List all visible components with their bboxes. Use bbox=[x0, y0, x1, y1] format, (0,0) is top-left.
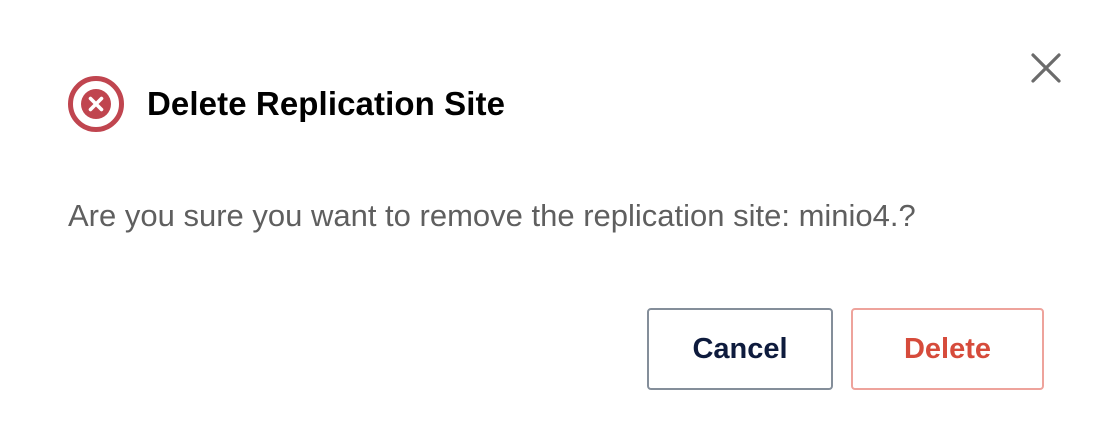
dialog-message: Are you sure you want to remove the repl… bbox=[68, 198, 916, 233]
delete-button[interactable]: Delete bbox=[851, 308, 1044, 390]
close-button[interactable] bbox=[1026, 48, 1066, 88]
dialog-title: Delete Replication Site bbox=[147, 85, 506, 122]
cancel-button[interactable]: Cancel bbox=[647, 308, 833, 390]
error-circle-icon bbox=[68, 76, 124, 132]
close-icon bbox=[1031, 53, 1061, 83]
dialog-header: Delete Replication Site bbox=[67, 76, 505, 132]
delete-replication-site-dialog: Delete Replication Site Are you sure you… bbox=[0, 0, 1104, 438]
